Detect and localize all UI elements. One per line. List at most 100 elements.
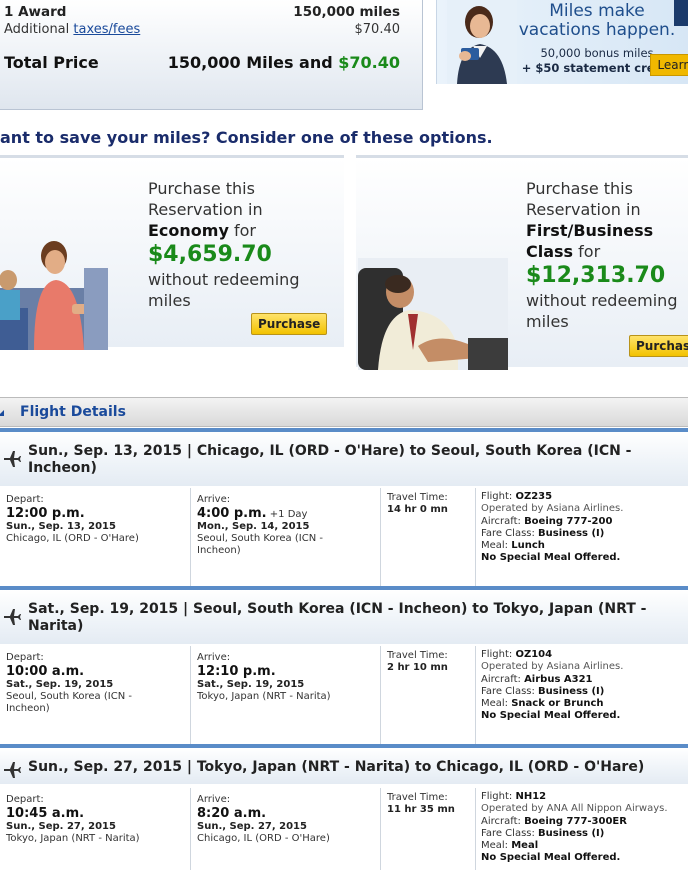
- depart-label: Depart:: [6, 794, 44, 805]
- arrive-time: 12:10 p.m.: [197, 664, 276, 679]
- depart-time: 12:00 p.m.: [6, 506, 85, 521]
- economy-purchase-button[interactable]: Purchase: [251, 313, 328, 335]
- segment-3-header: Sun., Sep. 27, 2015 | Tokyo, Japan (NRT …: [0, 744, 688, 784]
- business-line-1: Purchase this: [526, 179, 633, 198]
- total-value: 150,000 Miles and $70.40: [168, 53, 400, 72]
- depart-column: Depart: 10:00 a.m. Sat., Sep. 19, 2015 S…: [0, 646, 191, 744]
- depart-date: Sat., Sep. 19, 2015: [6, 679, 114, 690]
- segment-1-body: Depart: 12:00 p.m. Sun., Sep. 13, 2015 C…: [0, 488, 688, 586]
- fare-class-label: Fare Class:: [481, 527, 539, 539]
- collapse-chevron-icon[interactable]: [0, 406, 6, 418]
- fare-class-line: Fare Class: Business (I): [481, 828, 668, 840]
- special-meal-line: No Special Meal Offered.: [481, 852, 668, 864]
- operated-by: Operated by ANA All Nippon Airways.: [481, 803, 668, 815]
- flight-number-line: Flight: NH12: [481, 791, 668, 803]
- aircraft-label: Aircraft:: [481, 673, 525, 685]
- meal-label: Meal:: [481, 698, 512, 710]
- arrive-date: Sun., Sep. 27, 2015: [197, 821, 307, 832]
- meal-value: Meal: [511, 840, 539, 852]
- business-purchase-button[interactable]: Purchase: [629, 335, 688, 357]
- flight-info-column: Flight: OZ104 Operated by Asiana Airline…: [476, 646, 688, 744]
- ad-learn-button[interactable]: Learn: [650, 54, 688, 76]
- travel-time-label: Travel Time:: [387, 492, 448, 503]
- aircraft-value: Boeing 777-200: [524, 515, 613, 527]
- special-meal-value: No Special Meal Offered.: [481, 552, 621, 564]
- economy-line-2: Reservation in: [148, 200, 263, 219]
- segment-1-title: Sun., Sep. 13, 2015 | Chicago, IL (ORD -…: [28, 443, 632, 476]
- arrive-place: Tokyo, Japan (NRT - Narita): [197, 691, 331, 702]
- meal-line: Meal: Meal: [481, 840, 668, 852]
- flight-number: OZ235: [515, 491, 553, 502]
- segment-3-body: Depart: 10:45 a.m. Sun., Sep. 27, 2015 T…: [0, 788, 688, 870]
- flight-label: Flight:: [481, 649, 516, 660]
- travel-time-column: Travel Time: 2 hr 10 mn: [381, 646, 476, 744]
- arrive-time: 4:00 p.m.: [197, 506, 267, 521]
- flight-details-header[interactable]: Flight Details: [0, 397, 688, 427]
- travel-time-label: Travel Time:: [387, 792, 448, 803]
- flight-info: Flight: OZ104 Operated by Asiana Airline…: [481, 649, 623, 723]
- fees-label: Additional taxes/fees: [4, 22, 140, 37]
- depart-time: 10:45 a.m.: [6, 806, 85, 821]
- fees-prefix: Additional: [4, 22, 74, 37]
- arrive-time-line: 4:00 p.m. +1 Day: [197, 506, 307, 521]
- arrive-date: Sat., Sep. 19, 2015: [197, 679, 305, 690]
- save-miles-heading: ant to save your miles? Consider one of …: [0, 128, 493, 147]
- travel-time-value: 14 hr 0 mn: [387, 504, 448, 515]
- fees-value: $70.40: [354, 22, 401, 37]
- arrive-label: Arrive:: [197, 494, 231, 505]
- aircraft-label: Aircraft:: [481, 815, 525, 827]
- operated-by: Operated by Asiana Airlines.: [481, 661, 624, 673]
- depart-date: Sun., Sep. 27, 2015: [6, 821, 116, 832]
- aircraft-line: Aircraft: Boeing 777-200: [481, 516, 623, 528]
- business-line-2: Reservation in: [526, 200, 641, 219]
- travel-time-value: 11 hr 35 mn: [387, 804, 455, 815]
- travel-time-column: Travel Time: 11 hr 35 mn: [381, 788, 476, 870]
- depart-label: Depart:: [6, 652, 44, 663]
- business-offer-text: Purchase this Reservation in First/Busin…: [526, 178, 688, 332]
- fare-class-value: Business (I): [538, 827, 605, 839]
- aircraft-line: Aircraft: Boeing 777-300ER: [481, 816, 668, 828]
- flight-number: NH12: [515, 791, 547, 802]
- flight-info: Flight: NH12 Operated by ANA All Nippon …: [481, 791, 668, 865]
- total-cash: $70.40: [338, 53, 400, 72]
- economy-line-1: Purchase this: [148, 179, 255, 198]
- special-meal-value: No Special Meal Offered.: [481, 852, 621, 864]
- depart-place: Seoul, South Korea (ICN - Incheon): [6, 691, 132, 714]
- business-cabin-2: Class: [526, 242, 574, 261]
- travel-time-value: 2 hr 10 mn: [387, 662, 448, 673]
- flight-number-line: Flight: OZ104: [481, 649, 623, 661]
- credit-card-ad[interactable]: Miles make vacations happen. 50,000 bonu…: [436, 0, 688, 84]
- business-line-4: miles: [526, 312, 569, 331]
- aircraft-value: Boeing 777-300ER: [524, 815, 627, 827]
- award-label: 1 Award: [4, 4, 67, 20]
- business-passenger-image: [358, 258, 508, 370]
- ad-headline-line-1: Miles make: [549, 1, 645, 21]
- flight-number-line: Flight: OZ235: [481, 491, 623, 503]
- arrive-label: Arrive:: [197, 794, 231, 805]
- business-cabin-line-2: Class for: [526, 241, 688, 262]
- economy-passengers-image: [0, 241, 108, 350]
- arrive-label: Arrive:: [197, 652, 231, 663]
- fare-class-value: Business (I): [538, 685, 605, 697]
- airplane-icon: [4, 609, 21, 625]
- arrive-column: Arrive: 4:00 p.m. +1 Day Mon., Sep. 14, …: [191, 488, 381, 586]
- special-meal-line: No Special Meal Offered.: [481, 552, 623, 564]
- arrive-day-offset: +1 Day: [266, 509, 308, 520]
- special-meal-line: No Special Meal Offered.: [481, 710, 623, 722]
- depart-time: 10:00 a.m.: [6, 664, 85, 679]
- economy-price: $4,659.70: [148, 242, 272, 267]
- taxes-fees-link[interactable]: taxes/fees: [73, 22, 140, 37]
- arrive-place: Seoul, South Korea (ICN - Incheon): [197, 533, 323, 556]
- travel-time-column: Travel Time: 14 hr 0 mn: [381, 488, 476, 586]
- meal-line: Meal: Snack or Brunch: [481, 698, 623, 710]
- economy-line-4: miles: [148, 291, 191, 310]
- economy-purchase-panel: Purchase this Reservation in Economy for…: [0, 155, 344, 350]
- segment-3-title: Sun., Sep. 27, 2015 | Tokyo, Japan (NRT …: [28, 759, 645, 775]
- special-meal-value: No Special Meal Offered.: [481, 710, 621, 722]
- meal-value: Lunch: [511, 540, 545, 552]
- flight-segment-2: Sat., Sep. 19, 2015 | Seoul, South Korea…: [0, 586, 688, 744]
- total-row: Total Price 150,000 Miles and $70.40: [4, 53, 400, 72]
- fare-class-label: Fare Class:: [481, 827, 539, 839]
- segment-2-header: Sat., Sep. 19, 2015 | Seoul, South Korea…: [0, 586, 688, 644]
- total-miles: 150,000 Miles and: [167, 53, 339, 72]
